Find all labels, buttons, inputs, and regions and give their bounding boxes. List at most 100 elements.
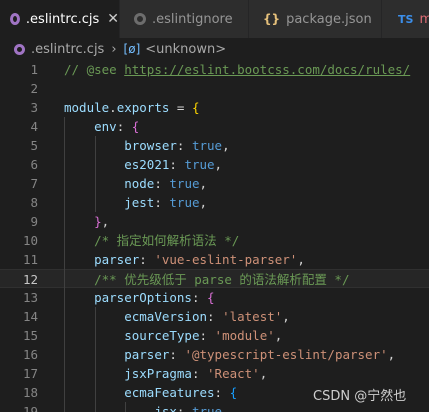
code-token: , (199, 195, 208, 210)
close-icon[interactable]: ✕ (107, 11, 119, 27)
code-token: browser (124, 138, 177, 153)
code-token: env (94, 119, 117, 134)
indent-guide (125, 402, 126, 412)
code-token: , (101, 214, 110, 229)
code-token: '@typescript-eslint/parser' (184, 347, 388, 362)
breadcrumb-symbol[interactable]: <unknown> (145, 42, 226, 57)
code-token: : (191, 290, 208, 305)
line-number: 4 (30, 119, 38, 134)
code-token: : (169, 347, 185, 362)
code-text: module.exports = { (64, 98, 199, 117)
line-number: 9 (30, 214, 38, 229)
code-token: , (297, 252, 305, 267)
breadcrumb: .eslintrc.cjs › [ø] <unknown> (0, 38, 429, 60)
code-token: sourceType (124, 328, 200, 343)
line-number: 11 (22, 252, 38, 267)
watermark: CSDN @宁然也 (313, 389, 407, 404)
code-token: jest (124, 195, 155, 210)
code-token: , (199, 176, 208, 191)
typescript-icon: TS (398, 12, 414, 26)
code-token: : (191, 366, 208, 381)
json-braces-icon: {} (263, 12, 281, 26)
code-token: /* 指定如何解析语法 */ (94, 233, 240, 248)
breadcrumb-file[interactable]: .eslintrc.cjs (31, 42, 104, 57)
line-number: 3 (30, 100, 38, 115)
code-token: ecmaVersion (124, 309, 208, 324)
code-text: // @see https://eslint.bootcss.com/docs/… (64, 60, 410, 79)
code-token: true (191, 404, 223, 412)
code-text: jsx: true, (64, 402, 229, 412)
gear-icon (14, 43, 25, 55)
code-editor[interactable]: 1 // @see https://eslint.bootcss.com/docs… (0, 60, 429, 412)
code-token: parser (124, 347, 170, 362)
code-token: , (214, 157, 223, 172)
code-text: es2021: true, (64, 155, 222, 174)
line-number: 1 (30, 62, 38, 77)
line-number: 12 (22, 272, 38, 287)
code-text: jest: true, (64, 193, 207, 212)
code-token: 'module' (214, 328, 275, 343)
line-number: 8 (30, 195, 38, 210)
code-token: { (131, 119, 140, 134)
code-text: parser: '@typescript-eslint/parser', (64, 345, 395, 364)
code-token: es2021 (124, 157, 170, 172)
tab-label: ma (419, 11, 429, 27)
code-line[interactable]: 2 (0, 79, 429, 98)
code-token: , (222, 138, 230, 153)
code-token: https://eslint.bootcss.com/docs/rules/ (124, 62, 411, 77)
gear-icon (134, 13, 146, 25)
line-number: 19 (22, 404, 38, 412)
code-token: : (154, 176, 170, 191)
tab-label: .eslintrc.cjs (25, 11, 100, 27)
code-token: : (176, 138, 192, 153)
line-number: 2 (30, 81, 38, 96)
code-token: { (229, 385, 238, 400)
code-token: /** 优先级低于 parse 的语法解析配置 */ (94, 272, 350, 287)
code-token: module (64, 100, 110, 115)
code-line[interactable]: 3 module.exports = { (0, 98, 429, 117)
code-text: env: { (64, 117, 139, 136)
line-number: 10 (22, 233, 38, 248)
code-token: 'React' (207, 366, 260, 381)
code-token: jsxPragma (124, 366, 192, 381)
code-token: true (169, 176, 200, 191)
code-token: : (154, 195, 170, 210)
line-number: 17 (22, 366, 38, 381)
code-token: 'vue-eslint-parser' (154, 252, 298, 267)
indent-guide (64, 117, 65, 412)
code-token: : (139, 252, 155, 267)
code-token: 'latest' (222, 309, 283, 324)
code-token: { (207, 290, 215, 305)
code-token: true (169, 195, 200, 210)
line-number: 15 (22, 328, 38, 343)
chevron-right-icon: › (111, 41, 117, 57)
tab-eslintrc[interactable]: .eslintrc.cjs ✕ (0, 0, 119, 38)
line-number: 18 (22, 385, 38, 400)
code-token: , (282, 309, 290, 324)
code-token: } (94, 214, 102, 229)
code-text: /* 指定如何解析语法 */ (64, 231, 239, 250)
line-number: 7 (30, 176, 38, 191)
tab-ts-file[interactable]: TS ma (382, 0, 429, 38)
code-token: : (169, 157, 185, 172)
line-number: 14 (22, 309, 38, 324)
code-token: parserOptions (94, 290, 192, 305)
symbol-variable-icon: [ø] (123, 42, 141, 56)
code-line[interactable]: 1 // @see https://eslint.bootcss.com/docs… (0, 60, 429, 79)
code-token: : (199, 328, 215, 343)
code-token: : (176, 404, 192, 412)
tab-package-json[interactable]: {} package.json (249, 0, 381, 38)
tab-eslintignore[interactable]: .eslintignore (120, 0, 248, 38)
code-token: , (259, 366, 268, 381)
indent-guide (95, 307, 96, 412)
code-text: parserOptions: { (64, 288, 215, 307)
code-text: ecmaVersion: 'latest', (64, 307, 290, 326)
tab-bar: .eslintrc.cjs ✕ .eslintignore {} package… (0, 0, 429, 38)
code-token: : (116, 119, 132, 134)
